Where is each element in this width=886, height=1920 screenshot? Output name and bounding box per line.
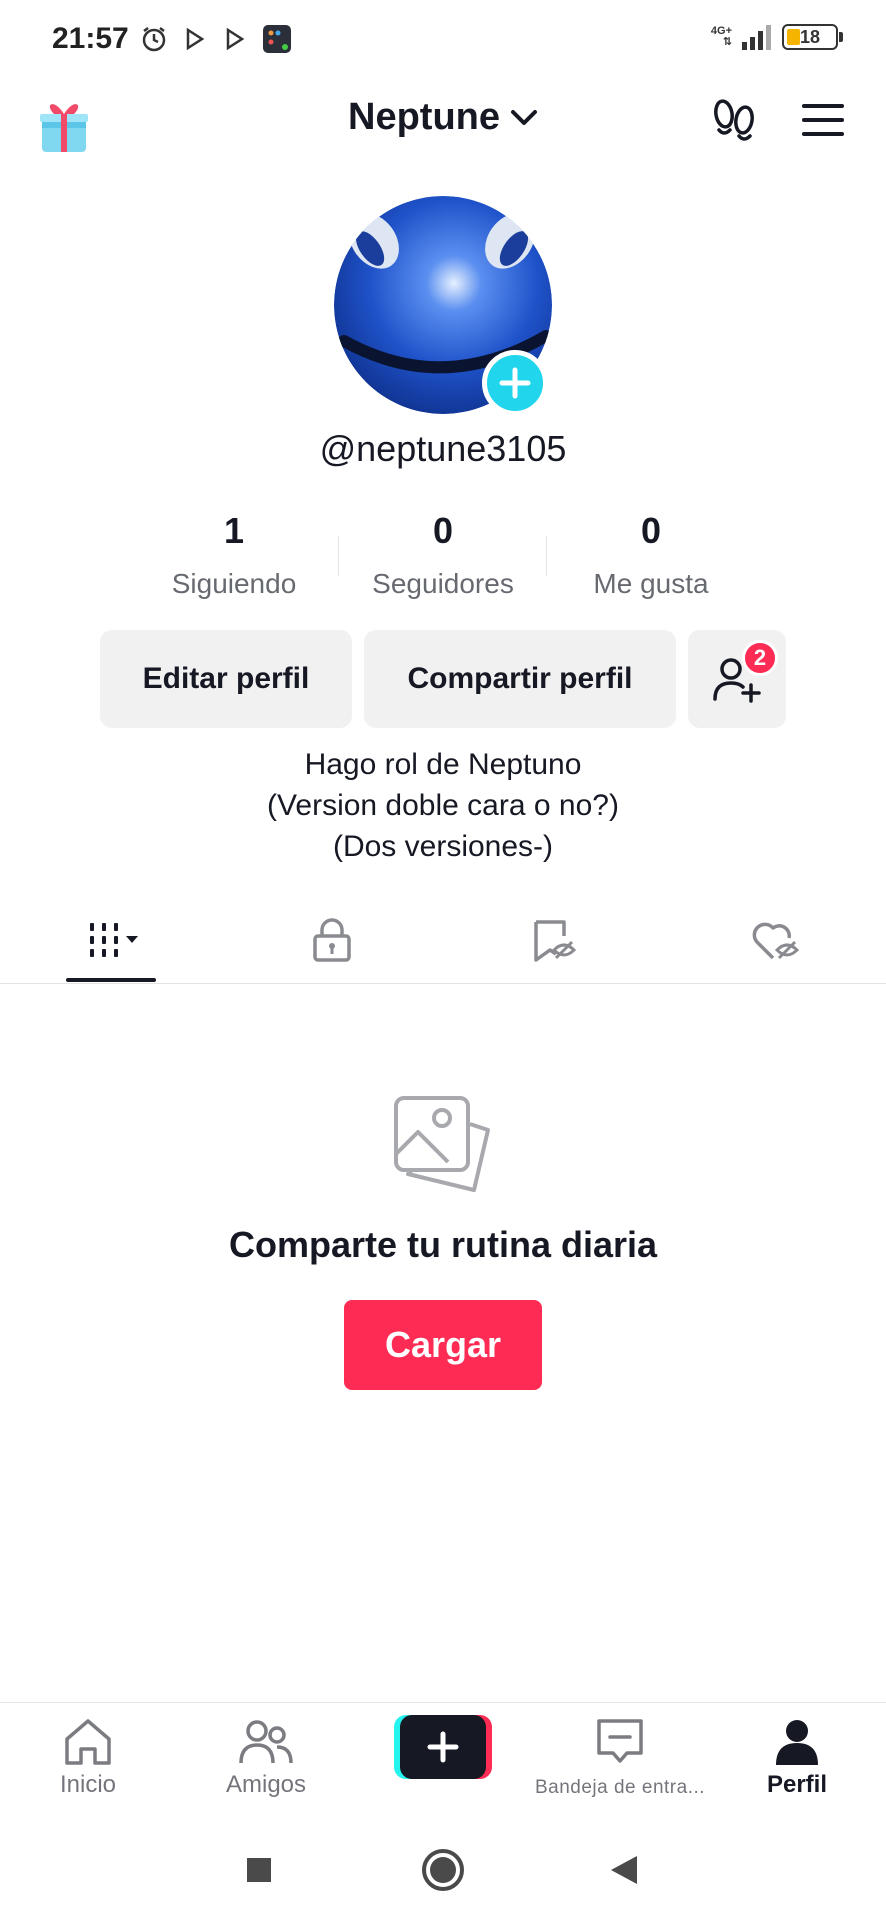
- create-button[interactable]: [394, 1715, 492, 1779]
- add-avatar-button[interactable]: [482, 350, 548, 416]
- back-triangle-icon: [611, 1856, 637, 1884]
- lock-icon: [313, 918, 351, 962]
- back-button[interactable]: [602, 1848, 646, 1892]
- square-icon: [247, 1858, 271, 1882]
- username: @neptune3105: [319, 428, 567, 469]
- status-system-icons: 4G+ ⇅ 18: [711, 24, 843, 50]
- nav-label: Bandeja de entra...: [534, 1777, 706, 1798]
- app-notification-icon: [263, 25, 291, 53]
- photos-icon: [394, 1096, 490, 1192]
- edit-profile-button[interactable]: Editar perfil: [100, 630, 352, 728]
- nav-label: Amigos: [225, 1771, 307, 1798]
- home-icon: [65, 1719, 111, 1765]
- active-tab-indicator: [66, 978, 156, 982]
- notification-badge: 2: [742, 640, 778, 676]
- bio-line: Hago rol de Neptuno: [304, 748, 582, 781]
- bookmark-hidden-icon: [534, 920, 577, 962]
- stat-label: Me gusta: [593, 568, 709, 599]
- stat-value: 0: [640, 510, 662, 551]
- stat-likes[interactable]: 0 Me gusta: [551, 510, 751, 600]
- profile-header: Neptune: [0, 82, 886, 182]
- stat-value: 0: [432, 510, 454, 551]
- grid-icon: [90, 923, 138, 957]
- hamburger-menu-icon[interactable]: [800, 100, 846, 140]
- empty-state-title: Comparte tu rutina diaria: [228, 1224, 658, 1265]
- circle-icon: [422, 1849, 464, 1891]
- nav-home[interactable]: Inicio: [8, 1717, 168, 1799]
- alarm-icon: [142, 27, 166, 52]
- nav-inbox[interactable]: Bandeja de entra...: [535, 1717, 705, 1799]
- heart-hidden-icon: [752, 922, 800, 960]
- stat-label: Siguiendo: [171, 568, 297, 599]
- footprint-icon[interactable]: [710, 96, 758, 144]
- status-notification-icons: [140, 24, 292, 54]
- stat-divider: [338, 536, 339, 576]
- play-store-icon: [226, 27, 245, 51]
- profile-bio: Hago rol de Neptuno (Version doble cara …: [0, 744, 886, 867]
- status-bar: 21:57 4G+ ⇅ 18: [0, 0, 886, 82]
- tab-private[interactable]: [292, 914, 372, 968]
- signal-icon: [742, 25, 771, 50]
- share-profile-button[interactable]: Compartir perfil: [364, 630, 676, 728]
- avatar-container[interactable]: [334, 196, 552, 416]
- battery-icon: 18: [782, 24, 843, 50]
- stat-value: 1: [223, 510, 245, 551]
- account-name: Neptune: [348, 96, 500, 138]
- inbox-icon: [597, 1719, 643, 1763]
- tab-favorites[interactable]: [514, 914, 594, 968]
- bio-line: (Version doble cara o no?): [267, 789, 619, 822]
- tab-videos[interactable]: [72, 914, 152, 968]
- tab-liked[interactable]: [736, 914, 816, 968]
- recents-button[interactable]: [237, 1848, 281, 1892]
- stat-label: Seguidores: [372, 568, 514, 599]
- content-tabs: [0, 900, 886, 984]
- home-button[interactable]: [421, 1848, 465, 1892]
- chevron-down-icon: [511, 109, 537, 125]
- data-arrows-icon: ⇅: [722, 36, 732, 48]
- bio-line: (Dos versiones-): [332, 830, 554, 863]
- profile-icon: [776, 1720, 818, 1765]
- play-store-icon: [186, 27, 205, 51]
- nav-profile[interactable]: Perfil: [717, 1717, 877, 1799]
- plus-icon: [427, 1731, 459, 1763]
- stat-divider: [546, 536, 547, 576]
- stat-following[interactable]: 1 Siguiendo: [134, 510, 334, 600]
- nav-label: Inicio: [59, 1771, 117, 1798]
- bottom-navigation: Inicio Amigos Bandeja de entra... Perfil: [0, 1702, 886, 1814]
- friends-icon: [239, 1720, 293, 1764]
- battery-level: 18: [800, 27, 821, 47]
- nav-label: Perfil: [766, 1771, 828, 1798]
- system-navigation-bar: [0, 1814, 886, 1920]
- status-time: 21:57: [52, 22, 129, 55]
- nav-friends[interactable]: Amigos: [186, 1717, 346, 1799]
- plus-icon: [499, 367, 531, 399]
- add-friends-button[interactable]: 2: [688, 630, 786, 728]
- stat-followers[interactable]: 0 Seguidores: [343, 510, 543, 600]
- upload-button[interactable]: Cargar: [344, 1300, 542, 1390]
